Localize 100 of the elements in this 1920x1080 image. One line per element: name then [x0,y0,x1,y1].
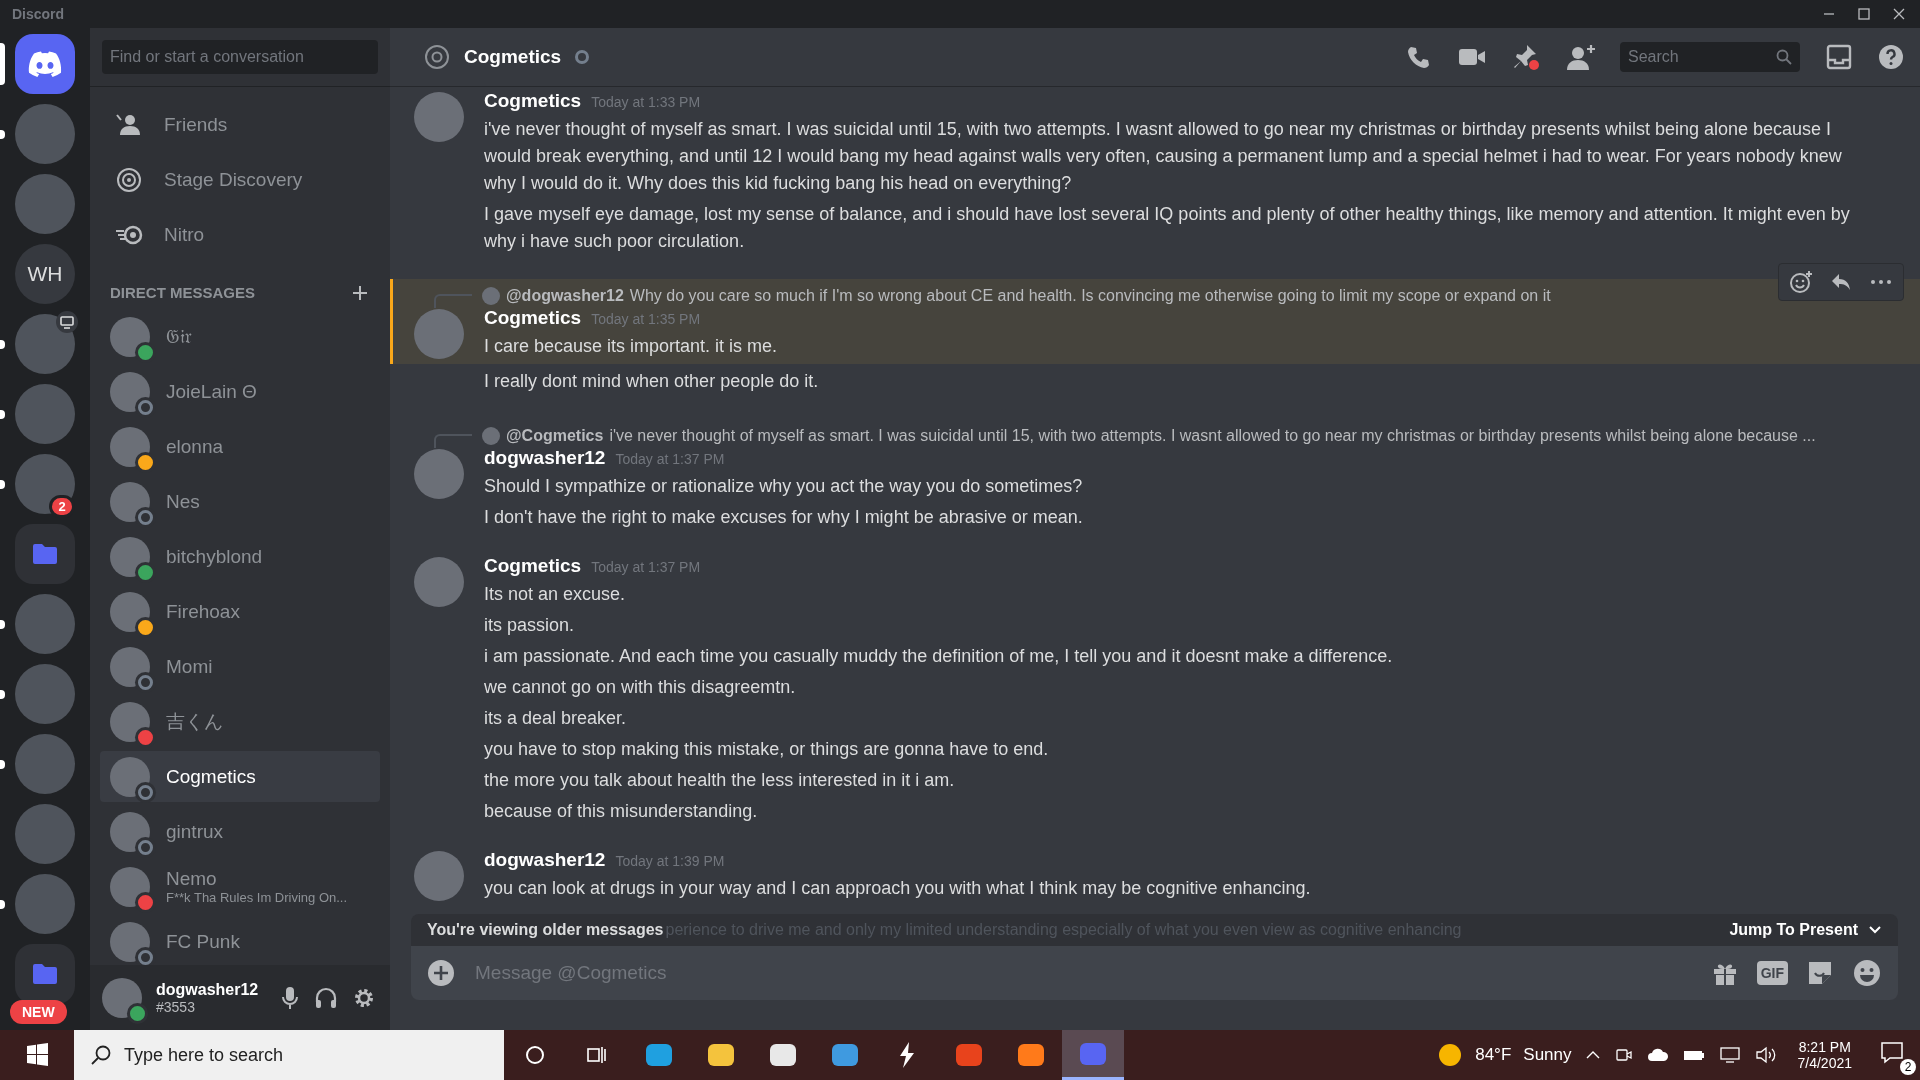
reply-preview[interactable]: Why do you care so much if I'm so wrong about CE and health. Is convincing me otherwise going to limit my scope or expand on it [629,287,1551,305]
message-text: the more you talk about health the less interested in it i am. [484,769,956,792]
avatar [414,851,464,901]
add-attachment-icon[interactable] [427,959,455,987]
search-icon [1776,49,1792,65]
video-camera-icon[interactable] [1458,46,1486,68]
server-icon[interactable] [15,314,75,374]
nav-item[interactable]: Stage Discovery [100,152,380,207]
search-field[interactable]: Find or start a conversation [102,40,378,74]
plus-icon[interactable] [352,284,368,301]
broadcast-icon [114,165,144,194]
avatar [110,921,150,962]
dm-item[interactable]: elonna [100,421,380,472]
emoji-icon[interactable] [1852,958,1882,988]
headphones-icon[interactable] [314,985,338,1010]
mention-badge: 2 [49,495,75,518]
microphone-icon[interactable] [280,985,300,1010]
dm-item[interactable]: Nemo F**k Tha Rules Im Driving On... [100,861,380,912]
discord-logo-icon [28,51,62,77]
dm-item[interactable]: Cogmetics [100,751,380,802]
message-author[interactable]: dogwasher12 [484,849,606,871]
jump-to-present-button[interactable]: Jump To Present [1729,921,1882,939]
dm-item[interactable]: bitchyblond [100,531,380,582]
dm-item[interactable]: Momi [100,641,380,692]
meet-icon[interactable] [1614,1046,1633,1064]
username: dogwasher12 [156,980,260,999]
avatar [110,316,150,357]
message-text: i am passionate. And each time you casually muddy the definition of me, I tell you and it doesnt make a difference. [484,645,1394,668]
message-author[interactable]: Cogmetics [484,555,582,577]
sticker-icon[interactable] [1806,959,1834,987]
inbox-icon[interactable] [1826,44,1852,70]
message-text: I care because its important. it is me. [484,335,779,358]
avatar [414,309,464,359]
new-badge[interactable]: NEW [10,1000,67,1024]
nav-item[interactable]: Nitro [100,207,380,262]
dm-item[interactable]: 𝔊𝔦𝔯 [100,311,380,362]
phone-call-icon[interactable] [1406,44,1432,70]
message-text: its passion. [484,614,576,637]
channel-title: Cogmetics [464,46,562,68]
message-text: you have to stop making this mistake, or things are gonna have to end. [484,738,1050,761]
weather-text[interactable]: Sunny [1523,1045,1572,1065]
dm-item[interactable]: gintrux [100,806,380,857]
avatar [482,427,500,445]
message-author[interactable]: dogwasher12 [484,447,606,469]
close-icon[interactable] [1892,7,1906,21]
nav-item[interactable]: Friends [100,97,380,152]
clock-time[interactable]: 8:21 PM [1798,1039,1851,1055]
avatar [414,557,464,607]
message-text: we cannot go on with this disagreemtn. [484,676,797,699]
reply-author[interactable]: @Cogmetics [506,427,604,445]
avatar [110,701,150,742]
timestamp: Today at 1:33 PM [591,94,701,110]
timestamp: Today at 1:37 PM [615,451,725,467]
help-icon[interactable] [1878,44,1904,70]
message-text: I don't have the right to make excuses for why I might be abrasive or mean. [484,506,1084,529]
message-text: I gave myself eye damage, lost my sense of balance, and i should have lost several IQ points and plenty of other healthy things, like memory and attention. It might even by why i have such poor circulation. [484,203,1851,253]
avatar [110,646,150,687]
app-title: Discord [12,6,65,22]
dm-item[interactable]: JoieLain Θ [100,366,380,417]
message-author[interactable]: Cogmetics [484,307,582,329]
avatar [414,449,464,499]
taskbar-search-field[interactable]: Type here to search [74,1030,504,1080]
task-view-icon [586,1044,608,1066]
dm-item[interactable]: Firehoax [100,586,380,637]
avatar [110,811,150,852]
avatar [110,426,150,467]
reply-preview[interactable]: i've never thought of myself as smart. I was suicidal until 15, with two attempts. I wasnt allowed to go near my christmas or birthday presents whilst being alone because ... [609,427,1816,445]
notification-icon[interactable] [1880,1041,1906,1065]
temperature[interactable]: 84°F [1475,1045,1512,1065]
dm-item[interactable]: Nes [100,476,380,527]
gif-button[interactable]: GIF [1756,961,1788,985]
network-icon[interactable] [1718,1046,1741,1064]
message-text: Its not an excuse. [484,583,627,606]
avatar [110,481,150,522]
add-reaction-icon[interactable] [1789,270,1813,294]
section-header: DIRECT MESSAGES [110,284,256,301]
older-messages-label: You're viewing older messages [427,921,664,939]
message-text: you can look at drugs in your way and I can approach you with what I think may be cognitive enhancing. [484,877,1312,900]
message-text: i've never thought of myself as smart. I was suicidal until 15, with two attempts. I wasnt allowed to go near my christmas or birthday presents whilst being alone because I would break everything, and until 12 I would bang my head against walls very often, causing a permanent lump and a special helmet i had to wear. For years nobody knew why I would do it. Why does this kid fucking bang his head on everything? [484,118,1843,195]
avatar [110,591,150,632]
message-text: I really dont mind when other people do it. [484,370,820,393]
cloud-icon[interactable] [1646,1047,1669,1063]
server-icon[interactable]: WH [15,244,75,304]
clock-date[interactable]: 7/4/2021 [1797,1055,1852,1071]
dm-item[interactable]: 吉くん [100,696,380,747]
folder-icon [32,963,58,985]
avatar [110,371,150,412]
message-text: its a deal breaker. [484,707,628,730]
message-author[interactable]: Cogmetics [484,90,582,112]
volume-icon[interactable] [1754,1046,1777,1064]
reply-author[interactable]: @dogwasher12 [506,287,624,305]
sun-icon[interactable] [1438,1043,1463,1067]
message-text: Should I sympathize or rationalize why you act the way you do sometimes? [484,475,1084,498]
dm-item[interactable]: FC Punk [100,916,380,965]
search-field[interactable]: Search [1620,42,1800,72]
chevron-down-icon [1868,925,1882,935]
add-friend-icon[interactable] [1566,43,1596,71]
server-icon[interactable] [15,34,75,94]
pin-icon[interactable] [1512,43,1540,71]
maximize-icon[interactable] [1857,7,1871,21]
